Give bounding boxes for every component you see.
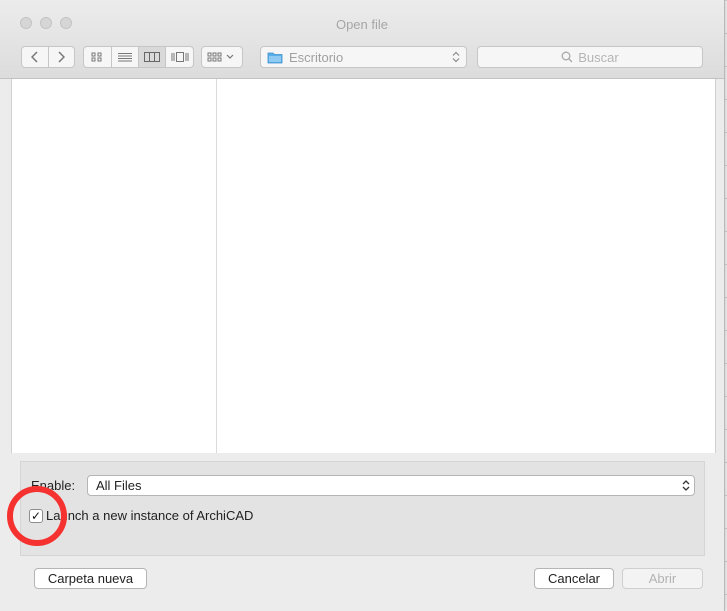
arrange-button[interactable] [201, 46, 243, 68]
browser-column-2[interactable] [217, 79, 715, 453]
columns-icon [144, 52, 161, 62]
forward-button[interactable] [49, 47, 75, 67]
cover-flow-button[interactable] [166, 47, 193, 67]
arrange-grid-icon [207, 52, 234, 62]
highlight-circle [7, 486, 67, 546]
back-button[interactable] [22, 47, 49, 67]
search-field[interactable]: Buscar [477, 46, 703, 68]
location-label: Escritorio [289, 49, 344, 65]
accessory-panel: Enable: All Files ✓ Launch a new instanc… [20, 461, 705, 556]
open-button[interactable]: Abrir [622, 568, 703, 589]
folder-icon [267, 52, 283, 63]
file-browser[interactable] [11, 79, 716, 453]
cancel-button[interactable]: Cancelar [534, 568, 614, 589]
chevron-left-icon [30, 51, 38, 63]
arrange-segment [202, 47, 242, 67]
open-file-dialog: Open file Escritorio Buscar Enable: All … [0, 0, 725, 611]
file-type-select[interactable]: All Files [87, 475, 695, 496]
new-folder-button[interactable]: Carpeta nueva [34, 568, 147, 589]
chevron-right-icon [58, 51, 66, 63]
updown-arrows-icon [682, 480, 690, 491]
updown-arrows-icon [452, 51, 460, 63]
location-popup[interactable]: Escritorio [260, 46, 467, 68]
column-view-button[interactable] [139, 47, 167, 67]
icon-grid-icon [91, 52, 102, 62]
browser-column-1[interactable] [12, 79, 217, 453]
search-icon [561, 51, 573, 63]
file-type-value: All Files [96, 478, 142, 493]
view-mode-control [83, 46, 194, 68]
nav-buttons [21, 46, 75, 68]
list-icon [118, 53, 133, 62]
cover-flow-icon [171, 52, 189, 62]
list-view-button[interactable] [112, 47, 140, 67]
search-placeholder: Buscar [578, 49, 619, 65]
title-bar: Open file Escritorio Buscar [0, 0, 724, 79]
launch-instance-label: Launch a new instance of ArchiCAD [46, 508, 254, 523]
icon-view-button[interactable] [84, 47, 112, 67]
window-title: Open file [335, 17, 389, 32]
